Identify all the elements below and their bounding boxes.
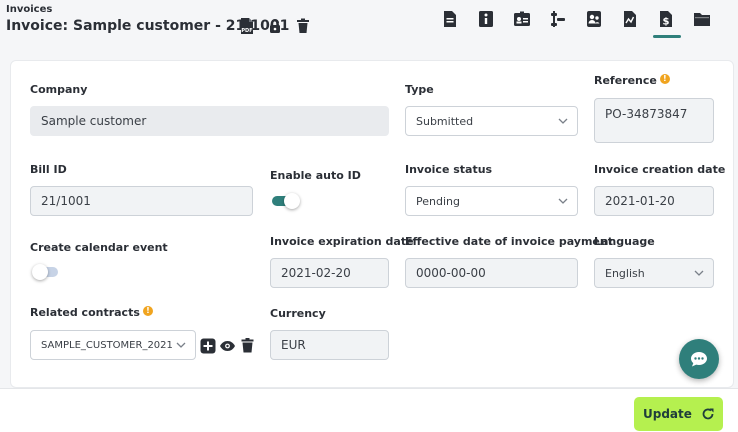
pdf-badge-text: PDF	[241, 28, 252, 34]
document-icon[interactable]	[432, 6, 468, 32]
view-contract-icon[interactable]	[219, 337, 236, 354]
delete-contract-icon[interactable]	[239, 337, 256, 354]
chevron-down-icon	[176, 342, 186, 348]
invoice-status-select[interactable]: Pending	[405, 186, 578, 216]
currency-value: EUR	[281, 338, 306, 352]
trash-icon[interactable]	[294, 17, 312, 35]
section-nav: $	[432, 6, 720, 38]
enable-auto-id-label: Enable auto ID	[270, 169, 361, 182]
related-contracts-label: Related contracts!	[30, 306, 153, 319]
invoice-creation-date-label: Invoice creation date	[594, 163, 726, 176]
chevron-down-icon	[694, 270, 704, 276]
invoice-expiration-date-value: 2021-02-20	[281, 266, 351, 280]
bill-id-label: Bill ID	[30, 163, 67, 176]
breadcrumb[interactable]: Invoices	[6, 4, 52, 15]
folder-icon[interactable]	[684, 6, 720, 32]
effective-payment-date-label: Effective date of invoice payment	[405, 235, 613, 248]
invoice-creation-date-input[interactable]: 2021-01-20	[594, 186, 714, 216]
create-calendar-event-toggle[interactable]	[32, 264, 60, 280]
type-value: Submitted	[416, 114, 474, 128]
reference-input[interactable]: PO-34873847	[594, 98, 714, 143]
timeline-icon[interactable]	[540, 6, 576, 32]
top-bar: Invoices Invoice: Sample customer - 21/1…	[0, 0, 738, 60]
refresh-icon	[702, 408, 714, 420]
info-icon[interactable]: !	[142, 306, 153, 316]
invoice-status-label: Invoice status	[405, 163, 493, 176]
company-value: Sample customer	[41, 114, 147, 128]
chat-button[interactable]	[679, 339, 719, 379]
reference-label-text: Reference	[594, 74, 657, 87]
info-icon[interactable]: !	[659, 74, 670, 84]
type-select[interactable]: Submitted	[405, 106, 578, 136]
pdf-icon[interactable]: PDF	[238, 17, 256, 35]
chevron-down-icon	[558, 198, 568, 204]
bill-id-value: 21/1001	[41, 194, 91, 208]
update-button-label: Update	[643, 407, 692, 421]
chart-icon[interactable]	[612, 6, 648, 32]
bill-id-input[interactable]: 21/1001	[30, 186, 253, 216]
effective-payment-date-input[interactable]: 0000-00-00	[405, 258, 578, 288]
enable-auto-id-toggle[interactable]	[272, 193, 300, 209]
reference-value: PO-34873847	[605, 107, 688, 121]
language-label: Language	[594, 235, 655, 248]
company-label: Company	[30, 83, 88, 96]
language-select[interactable]: English	[594, 258, 714, 288]
currency-label: Currency	[270, 307, 326, 320]
reference-label: Reference!	[594, 74, 670, 87]
svg-text:$: $	[663, 17, 670, 28]
toggle-knob	[284, 193, 300, 209]
chevron-down-icon	[558, 118, 568, 124]
chat-bubble-icon	[691, 352, 707, 367]
related-contracts-select[interactable]: SAMPLE_CUSTOMER_2021	[30, 330, 196, 360]
unlock-icon[interactable]	[266, 17, 284, 35]
add-contract-icon[interactable]	[199, 337, 216, 354]
create-calendar-event-label: Create calendar event	[30, 241, 168, 254]
company-field: Sample customer	[30, 106, 389, 136]
invoice-status-value: Pending	[416, 194, 460, 208]
invoice-creation-date-value: 2021-01-20	[605, 194, 675, 208]
info-icon[interactable]	[468, 6, 504, 32]
effective-payment-date-value: 0000-00-00	[416, 266, 486, 280]
footer-bar	[0, 388, 738, 432]
id-card-icon[interactable]	[504, 6, 540, 32]
invoice-expiration-date-input[interactable]: 2021-02-20	[270, 258, 389, 288]
invoice-dollar-icon[interactable]: $	[648, 6, 684, 38]
update-button[interactable]: Update	[634, 397, 723, 431]
language-value: English	[605, 266, 645, 280]
invoice-expiration-date-label: Invoice expiration date	[270, 235, 414, 248]
toggle-knob	[32, 264, 48, 280]
related-contracts-value: SAMPLE_CUSTOMER_2021	[41, 339, 173, 351]
contacts-icon[interactable]	[576, 6, 612, 32]
currency-input[interactable]: EUR	[270, 330, 389, 360]
type-label: Type	[405, 83, 434, 96]
related-contracts-label-text: Related contracts	[30, 306, 140, 319]
